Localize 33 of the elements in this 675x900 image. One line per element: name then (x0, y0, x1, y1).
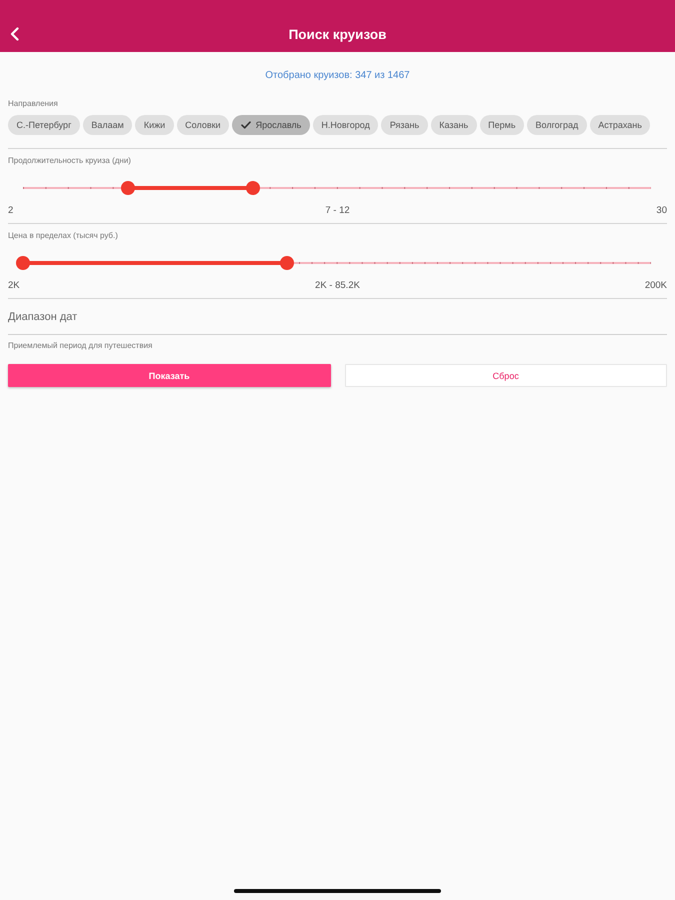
max-value-label: 30 (656, 205, 667, 217)
slider-label: Цена в пределах (тысяч руб.) (8, 231, 118, 241)
slider-thumb[interactable] (120, 181, 135, 195)
slider-thumb[interactable] (246, 181, 260, 195)
direction-chip[interactable]: Казань (430, 115, 477, 135)
slider-thumb[interactable] (16, 256, 30, 270)
range-value-label: 2K - 85.2K (315, 280, 360, 292)
page-title: Поиск круизов (288, 26, 386, 44)
back-icon (10, 27, 19, 41)
slider-thumb[interactable] (280, 256, 294, 270)
date-range-field[interactable]: Диапазон дат (8, 299, 667, 335)
check-icon (240, 121, 251, 129)
show-button[interactable]: Показать (8, 364, 330, 387)
direction-chip[interactable]: Н.Новгород (312, 115, 378, 135)
slider-label: Продолжительность круиза (дни) (8, 156, 131, 166)
min-value-label: 2 (8, 205, 14, 217)
direction-chip[interactable]: С.-Петербург (8, 115, 80, 135)
back-button[interactable] (10, 27, 19, 41)
direction-chip[interactable]: Ярославль (232, 115, 310, 135)
direction-chip[interactable]: Соловки (176, 115, 230, 135)
min-value-label: 2K (8, 280, 20, 292)
direction-chip[interactable]: Рязань (381, 115, 428, 135)
direction-chip[interactable]: Волгоград (527, 115, 587, 135)
results-count: Отобрано круизов: 347 из 1467 (265, 70, 410, 82)
range-value-label: 7 - 12 (325, 205, 350, 217)
direction-chip[interactable]: Пермь (480, 115, 524, 135)
date-helper-text: Приемлемый период для путешествия (8, 341, 152, 351)
reset-button[interactable]: Сброс (344, 364, 667, 387)
direction-chip[interactable]: Валаам (82, 115, 132, 135)
directions-label: Направления (8, 99, 58, 109)
max-value-label: 200K (644, 280, 667, 292)
direction-chip[interactable]: Астрахань (590, 115, 650, 135)
direction-chip[interactable]: Кижи (135, 115, 174, 135)
